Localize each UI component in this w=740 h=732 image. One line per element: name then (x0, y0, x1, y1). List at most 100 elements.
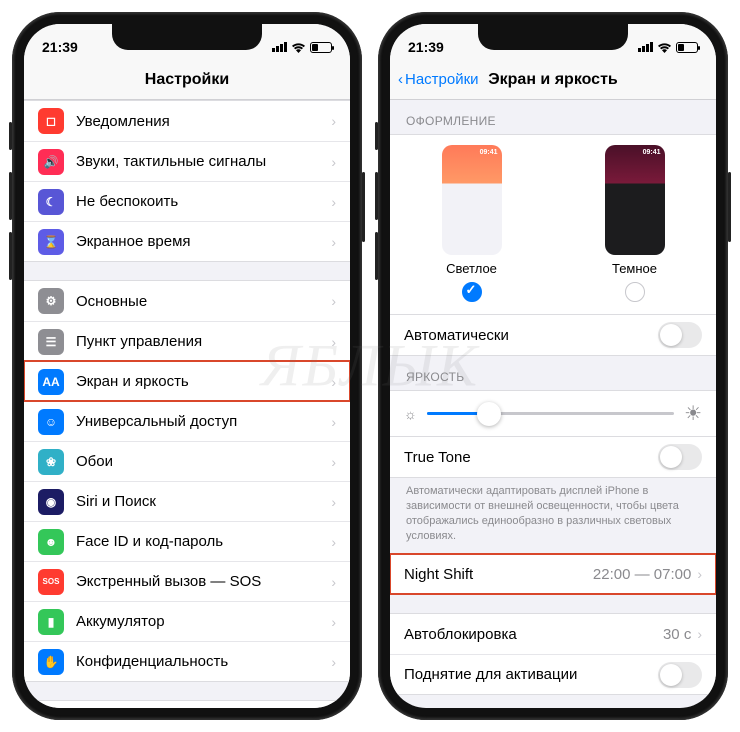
navbar: Настройки (24, 60, 350, 100)
row-screen-time[interactable]: ⌛ Экранное время› (24, 221, 350, 261)
back-button[interactable]: ‹ Настройки (398, 71, 479, 88)
faceid-label: Face ID и код-пароль (76, 533, 331, 550)
truetone-label: True Tone (404, 449, 658, 466)
row-battery[interactable]: ▮ Аккумулятор› (24, 601, 350, 641)
phone-right: 21:39 ‹ Настройки Экран и яркость ОФОРМЛ… (378, 12, 728, 720)
sounds-label: Звуки, тактильные сигналы (76, 153, 331, 170)
row-accessibility[interactable]: ☺ Универсальный доступ› (24, 401, 350, 441)
chevron-right-icon: › (331, 494, 336, 510)
brightness-slider[interactable] (427, 412, 674, 415)
autolock-label: Автоблокировка (404, 626, 663, 643)
nightshift-label: Night Shift (404, 566, 593, 583)
chevron-right-icon: › (331, 154, 336, 170)
status-time: 21:39 (408, 39, 444, 55)
brightness-slider-row: ☼ ☀ (390, 390, 716, 436)
row-sos[interactable]: SOS Экстренный вызов — SOS› (24, 561, 350, 601)
sos-label: Экстренный вызов — SOS (76, 573, 331, 590)
row-siri[interactable]: ◉ Siri и Поиск› (24, 481, 350, 521)
chevron-right-icon: › (331, 113, 336, 129)
row-control-center[interactable]: ☰ Пункт управления› (24, 321, 350, 361)
accessibility-label: Универсальный доступ (76, 413, 331, 430)
control-center-label: Пункт управления (76, 333, 331, 350)
toggle-automatic[interactable] (658, 322, 702, 348)
wallpaper-icon: ❀ (38, 449, 64, 475)
radio-unchecked-icon[interactable] (625, 282, 645, 302)
theme-light-label: Светлое (446, 261, 497, 276)
phone-left: 21:39 Настройки ◻Уведомления›🔊Звуки, так… (12, 12, 362, 720)
accessibility-icon: ☺ (38, 409, 64, 435)
nightshift-detail: 22:00 — 07:00 (593, 566, 691, 583)
theme-dark[interactable]: 09:41 Темное (605, 145, 665, 302)
notch (112, 24, 262, 50)
screen-time-icon: ⌛ (38, 229, 64, 255)
chevron-right-icon: › (331, 574, 336, 590)
display-label: Экран и яркость (76, 373, 331, 390)
chevron-right-icon: › (331, 234, 336, 250)
row-wallpaper[interactable]: ❀Обои› (24, 441, 350, 481)
row-general[interactable]: ⚙ Основные› (24, 281, 350, 321)
row-truetone[interactable]: True Tone (390, 437, 716, 477)
row-privacy[interactable]: ✋Конфиденциальность› (24, 641, 350, 681)
row-itunes[interactable]: AiTunes Store и App Store› (24, 701, 350, 708)
row-faceid[interactable]: ☻Face ID и код-пароль› (24, 521, 350, 561)
theme-light[interactable]: 09:41 Светлое (442, 145, 502, 302)
theme-dark-preview: 09:41 (605, 145, 665, 255)
toggle-truetone[interactable] (658, 444, 702, 470)
general-label: Основные (76, 293, 331, 310)
battery-icon (310, 42, 332, 53)
back-label: Настройки (405, 71, 479, 88)
battery-icon: ▮ (38, 609, 64, 635)
truetone-footer: Автоматически адаптировать дисплей iPhon… (390, 478, 716, 553)
notifications-icon: ◻ (38, 108, 64, 134)
chevron-right-icon: › (331, 293, 336, 309)
sounds-icon: 🔊 (38, 149, 64, 175)
screen-time-label: Экранное время (76, 233, 331, 250)
chevron-right-icon: › (331, 534, 336, 550)
control-center-icon: ☰ (38, 329, 64, 355)
general-icon: ⚙ (38, 288, 64, 314)
do-not-disturb-label: Не беспокоить (76, 193, 331, 210)
chevron-right-icon: › (697, 566, 702, 582)
sun-small-icon: ☼ (404, 406, 417, 422)
battery-label: Аккумулятор (76, 613, 331, 630)
wifi-icon (291, 42, 306, 53)
privacy-label: Конфиденциальность (76, 653, 331, 670)
chevron-right-icon: › (697, 626, 702, 642)
row-display[interactable]: AA Экран и яркость› (24, 361, 350, 401)
automatic-label: Автоматически (404, 327, 658, 344)
chevron-right-icon: › (331, 334, 336, 350)
sos-icon: SOS (38, 569, 64, 595)
appearance-picker: 09:41 Светлое 09:41 Темное (390, 134, 716, 314)
row-sounds[interactable]: 🔊 Звуки, тактильные сигналы› (24, 141, 350, 181)
display-settings[interactable]: ОФОРМЛЕНИЕ 09:41 Светлое 09:41 Темное Ав… (390, 100, 716, 708)
row-automatic[interactable]: Автоматически (390, 315, 716, 355)
row-nightshift[interactable]: Night Shift 22:00 — 07:00 › (390, 554, 716, 594)
toggle-raise[interactable] (658, 662, 702, 688)
section-appearance: ОФОРМЛЕНИЕ (390, 100, 716, 134)
wifi-icon (657, 42, 672, 53)
chevron-right-icon: › (331, 374, 336, 390)
checkmark-icon[interactable] (462, 282, 482, 302)
notifications-label: Уведомления (76, 113, 331, 130)
status-time: 21:39 (42, 39, 78, 55)
notch (478, 24, 628, 50)
settings-list[interactable]: ◻Уведомления›🔊Звуки, тактильные сигналы›… (24, 100, 350, 708)
siri-icon: ◉ (38, 489, 64, 515)
chevron-left-icon: ‹ (398, 71, 403, 88)
row-do-not-disturb[interactable]: ☾ Не беспокоить› (24, 181, 350, 221)
raise-label: Поднятие для активации (404, 666, 658, 683)
section-brightness: ЯРКОСТЬ (390, 356, 716, 390)
row-notifications[interactable]: ◻ Уведомления› (24, 101, 350, 141)
autolock-detail: 30 с (663, 626, 691, 643)
do-not-disturb-icon: ☾ (38, 189, 64, 215)
chevron-right-icon: › (331, 614, 336, 630)
row-raise[interactable]: Поднятие для активации (390, 654, 716, 694)
theme-light-preview: 09:41 (442, 145, 502, 255)
display-icon: AA (38, 369, 64, 395)
siri-label: Siri и Поиск (76, 493, 331, 510)
chevron-right-icon: › (331, 654, 336, 670)
page-title: Настройки (24, 71, 350, 89)
chevron-right-icon: › (331, 194, 336, 210)
chevron-right-icon: › (331, 414, 336, 430)
row-autolock[interactable]: Автоблокировка 30 с › (390, 614, 716, 654)
